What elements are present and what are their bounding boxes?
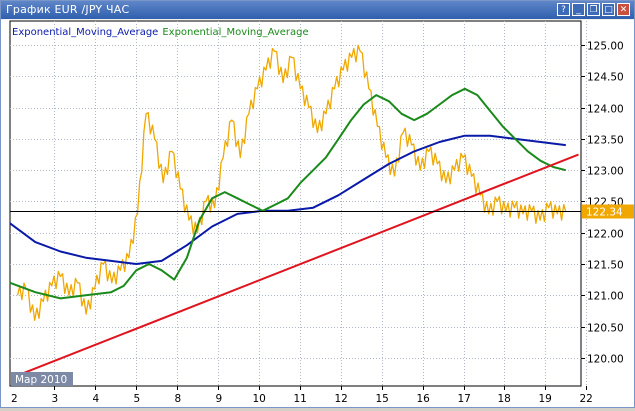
y-tick-label: 120.50 [587,323,624,335]
help-button[interactable]: ? [557,3,570,16]
y-tick-label: 121.00 [587,291,624,303]
chart-window: График EUR /JPY ЧАС ? _ ❐ □ ✕ 120.00 120.… [0,0,635,408]
y-tick-label: 125.00 [587,41,624,53]
minimize-button[interactable]: _ [572,3,585,16]
x-tick-label: 4 [93,393,100,405]
chart-canvas[interactable]: 120.00 120.50 121.00 121.50 122.00 122.50 123.… [1,20,634,407]
y-tick-label: 121.50 [587,260,624,272]
y-tick-label: 124.50 [587,72,624,84]
x-tick-label: 2 [11,393,18,405]
x-tick-label: 11 [294,393,307,405]
y-tick-label: 122.00 [587,229,624,241]
y-tick-label: 124.00 [587,104,624,116]
price-chart[interactable]: 120.00120.50121.00121.50122.00122.50123.… [1,20,634,407]
title-bar[interactable]: График EUR /JPY ЧАС ? _ ❐ □ ✕ [1,1,634,19]
period-label: Мар 2010 [15,374,67,386]
x-tick-label: 5 [134,393,141,405]
indicator-legend: Exponential_Moving_Average Exponential_Mo… [12,27,313,38]
x-tick-label: 9 [216,393,223,405]
legend-ema-fast: Exponential_Moving_Average [162,27,309,38]
restore-button[interactable]: ❐ [587,3,600,16]
y-tick-label: 123.50 [587,135,624,147]
current-price-label: 122.34 [586,207,623,219]
close-button[interactable]: ✕ [617,3,630,16]
maximize-button[interactable]: □ [602,3,615,16]
x-tick-label: 19 [539,393,552,405]
x-tick-label: 22 [580,393,593,405]
y-tick-label: 123.00 [587,166,624,178]
x-tick-label: 10 [253,393,266,405]
legend-ema-slow: Exponential_Moving_Average [12,27,159,38]
x-tick-label: 18 [498,393,511,405]
x-tick-label: 15 [376,393,389,405]
window-title: График EUR /JPY ЧАС [6,3,130,16]
y-tick-label: 120.00 [587,354,624,366]
x-tick-label: 16 [417,393,431,405]
x-tick-label: 3 [52,393,59,405]
x-tick-label: 17 [458,393,471,405]
x-tick-label: 12 [335,393,348,405]
x-tick-label: 8 [175,393,182,405]
